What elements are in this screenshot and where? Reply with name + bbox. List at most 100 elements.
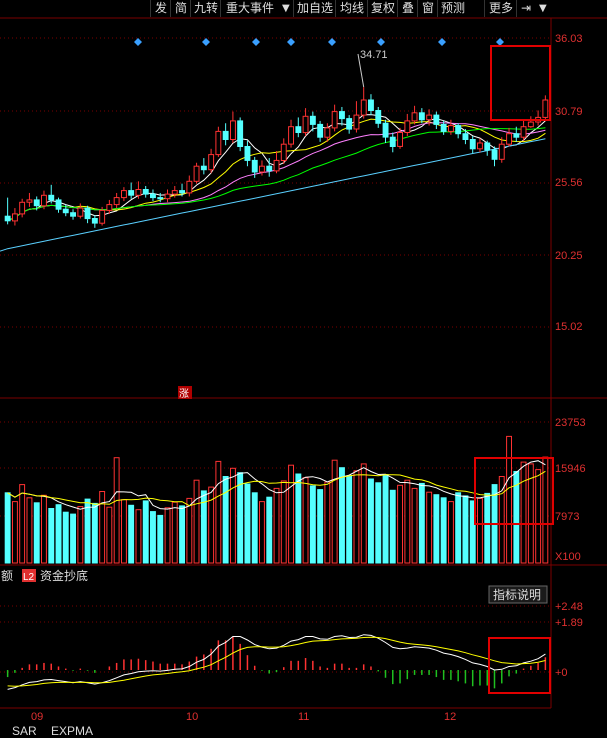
candle-body xyxy=(440,123,447,132)
price-highlight-box xyxy=(490,45,551,121)
candle-body xyxy=(179,190,186,194)
candle-body xyxy=(288,126,295,145)
volume-bar xyxy=(280,480,287,564)
volume-bar xyxy=(230,467,236,564)
volume-bar xyxy=(448,501,454,564)
candle-body xyxy=(317,123,324,138)
x-label-09: 09 xyxy=(31,711,43,723)
volume-bar xyxy=(179,505,186,564)
candle-body xyxy=(128,190,135,196)
volume-bar xyxy=(113,457,120,564)
candle-body xyxy=(309,115,316,125)
price-tick-2: 25.56 xyxy=(555,177,583,189)
candle-body xyxy=(411,112,418,122)
candle-body xyxy=(48,194,55,201)
candle-body xyxy=(99,209,106,224)
candle-body xyxy=(142,189,149,195)
event-diamond-icon xyxy=(377,38,385,46)
volume-bar xyxy=(440,497,447,564)
candle-body xyxy=(4,215,11,222)
volume-bar xyxy=(433,494,440,564)
volume-bar xyxy=(506,435,513,564)
x-label-10: 10 xyxy=(186,711,198,723)
candle-body xyxy=(527,121,534,128)
candle-body xyxy=(520,126,527,138)
event-diamond-icon xyxy=(328,38,336,46)
volume-bar xyxy=(542,456,549,564)
event-diamond-icon xyxy=(252,38,260,46)
volume-bar xyxy=(324,481,331,564)
price-tick-0: 36.03 xyxy=(555,33,583,45)
indicator-help-button[interactable]: 指标说明 xyxy=(493,587,541,602)
volume-bar xyxy=(237,472,244,564)
candle-body xyxy=(426,114,433,121)
indicator-tab-amount[interactable]: 额 xyxy=(1,569,13,583)
candle-body xyxy=(448,125,454,132)
candle-body xyxy=(121,190,127,199)
event-diamond-icon xyxy=(287,38,295,46)
volume-bar xyxy=(295,473,302,564)
volume-bar xyxy=(309,485,316,564)
candle-body xyxy=(251,159,258,173)
volume-bar xyxy=(302,477,309,564)
volume-bar xyxy=(128,504,135,564)
volume-bar xyxy=(150,511,156,564)
macd-tick-0: +2.48 xyxy=(555,601,583,613)
volume-bar xyxy=(215,460,222,564)
candle-body xyxy=(491,149,498,160)
volume-bar xyxy=(368,478,374,564)
candle-body xyxy=(193,165,200,182)
candle-body xyxy=(302,115,309,134)
price-tick-4: 15.02 xyxy=(555,321,583,333)
volume-bar xyxy=(382,474,389,564)
volume-bar xyxy=(33,502,40,564)
price-tick-3: 20.25 xyxy=(555,250,583,262)
bottom-tab-expma[interactable]: EXPMA xyxy=(51,724,93,738)
volume-bar xyxy=(142,500,149,564)
candle-body xyxy=(91,218,98,224)
volume-unit-label: X100 xyxy=(555,551,581,563)
candle-body xyxy=(222,130,229,140)
candle-body xyxy=(455,125,462,135)
bottom-tab-sar[interactable]: SAR xyxy=(12,724,37,738)
volume-bar xyxy=(91,502,98,564)
volume-bar xyxy=(106,506,113,564)
volume-bar xyxy=(389,489,396,564)
candle-body xyxy=(280,143,287,161)
volume-bar xyxy=(208,486,215,564)
candle-body xyxy=(418,112,425,121)
indicator-tab-bottom-fishing[interactable]: 资金抄底 xyxy=(40,568,88,583)
candle-body xyxy=(164,193,171,200)
volume-series xyxy=(4,435,549,564)
candle-body xyxy=(462,133,469,140)
candle-body xyxy=(77,207,84,217)
candle-body xyxy=(382,122,389,138)
volume-bar xyxy=(193,479,200,564)
volume-bar xyxy=(26,497,33,564)
candle-body xyxy=(215,130,222,156)
volume-bar xyxy=(12,501,18,564)
candle-body xyxy=(360,99,367,116)
volume-bar xyxy=(520,461,527,564)
event-diamond-icon xyxy=(438,38,446,46)
volume-bar xyxy=(477,497,483,564)
volume-bar xyxy=(186,497,193,564)
x-label-12: 12 xyxy=(444,711,456,723)
volume-bar xyxy=(55,504,62,564)
event-diamond-icon xyxy=(134,38,142,46)
candle-body xyxy=(346,118,353,130)
candle-body xyxy=(331,111,338,129)
candle-body xyxy=(19,201,26,215)
stock-chart: 36.03 30.79 25.56 20.25 15.02 23753 1594… xyxy=(0,17,607,738)
volume-bar xyxy=(375,482,382,564)
volume-bar xyxy=(353,470,360,564)
candle-body xyxy=(244,146,251,161)
volume-bar xyxy=(339,467,345,564)
event-diamond-icon xyxy=(202,38,210,46)
candle-body xyxy=(324,127,331,138)
high-price-label: 34.71 xyxy=(360,49,388,61)
volume-bar xyxy=(273,487,280,564)
volume-bar xyxy=(346,475,353,564)
volume-bar xyxy=(317,489,324,564)
candle-body xyxy=(375,110,382,124)
